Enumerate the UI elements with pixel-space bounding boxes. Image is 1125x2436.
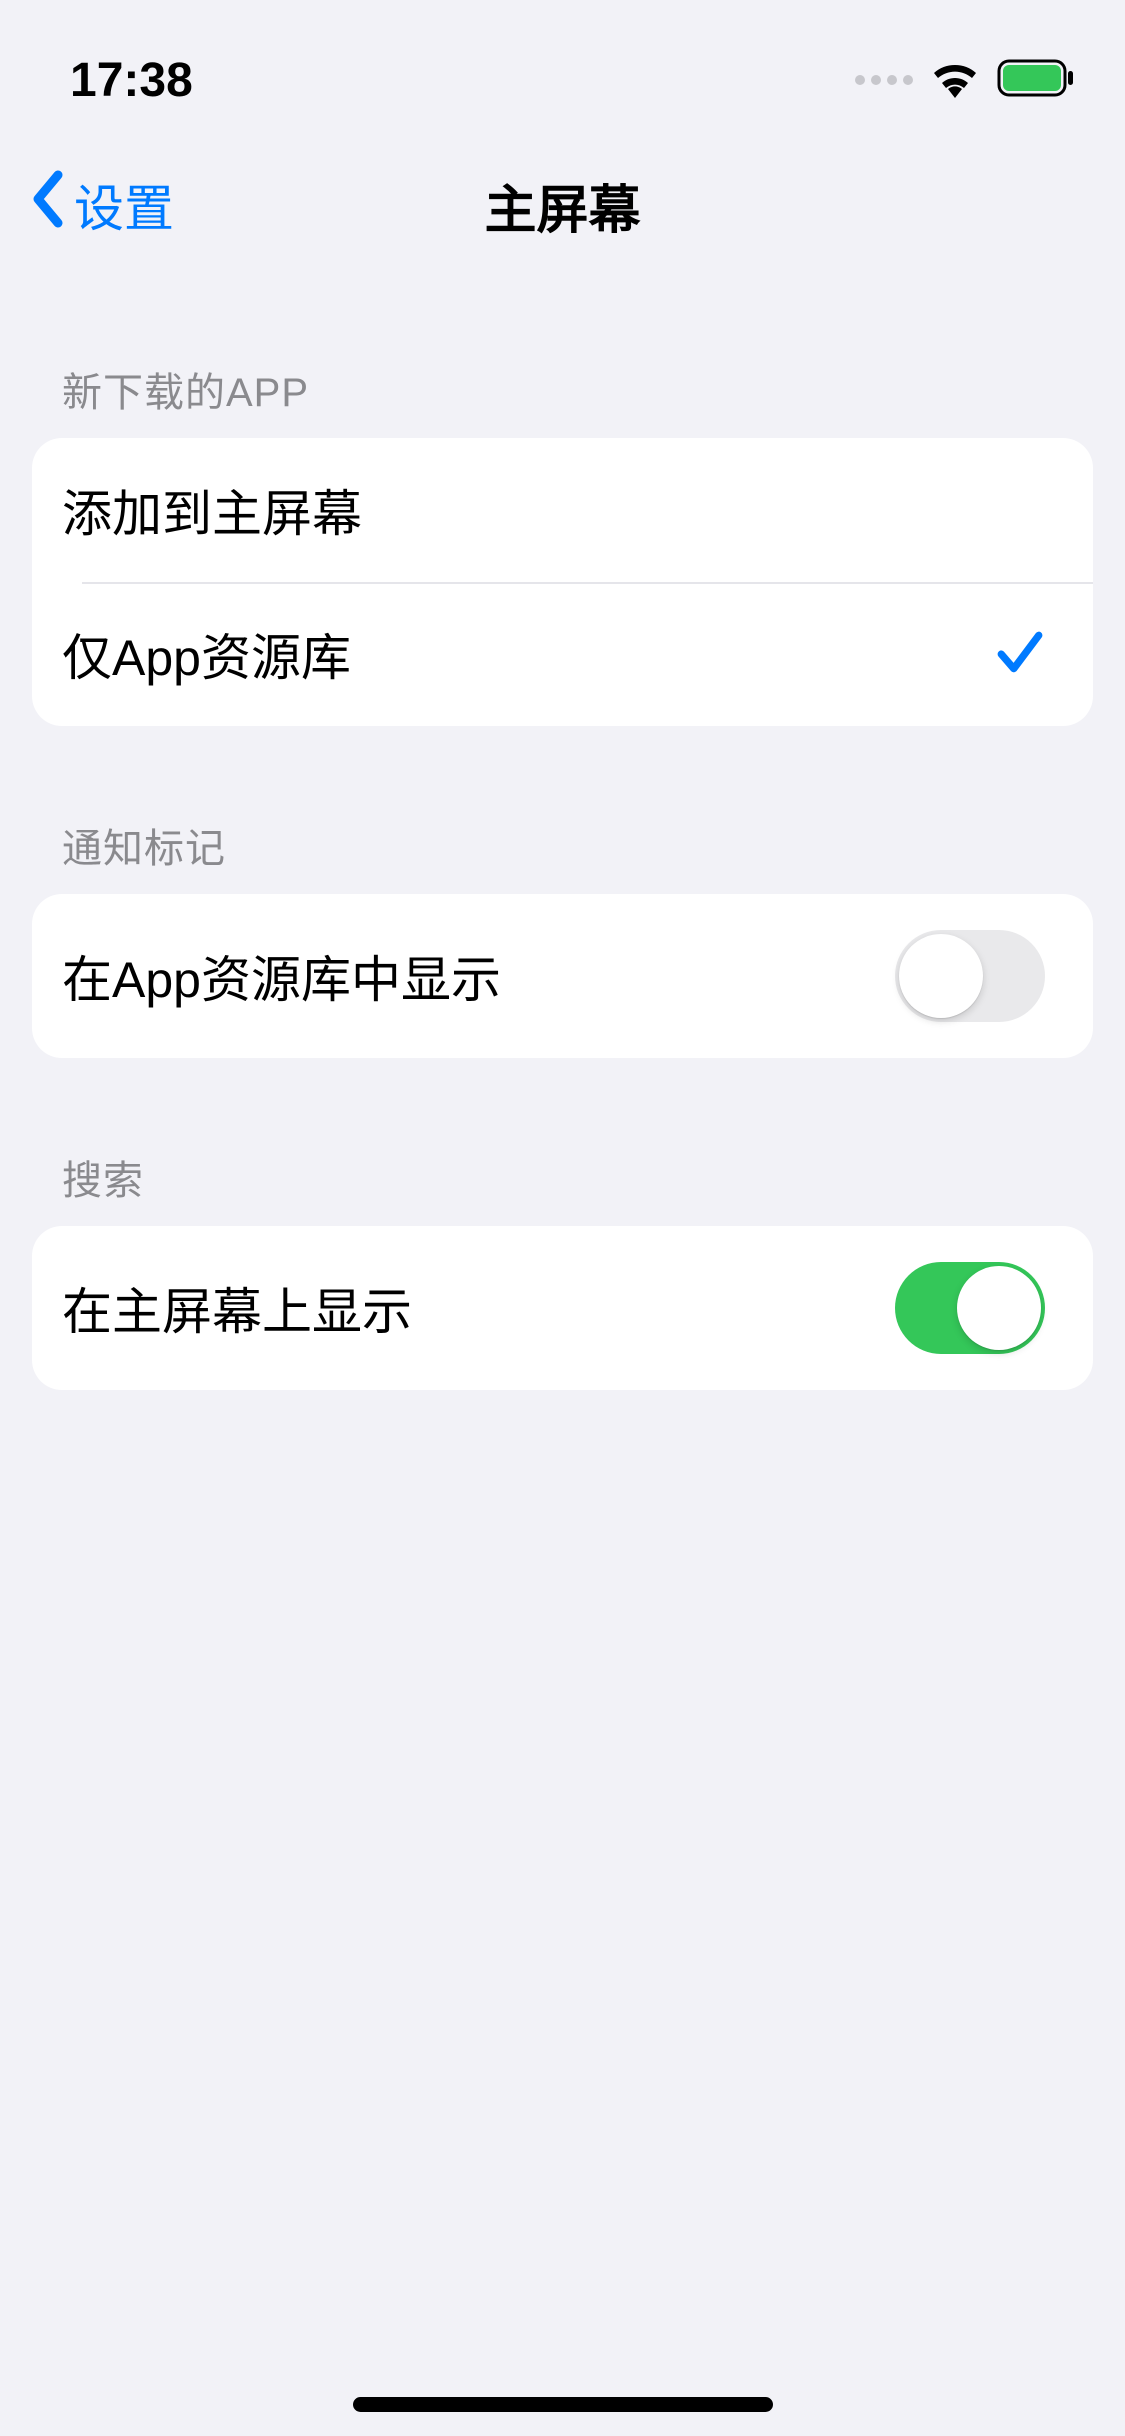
back-button[interactable]: 设置	[30, 169, 174, 241]
checkmark-icon	[995, 628, 1045, 681]
status-indicators	[855, 58, 1075, 103]
status-time: 17:38	[70, 53, 193, 108]
cellular-indicator	[855, 75, 913, 85]
row-label: 仅App资源库	[62, 618, 351, 690]
section-search: 搜索 在主屏幕上显示	[0, 1148, 1125, 1390]
list-group: 在主屏幕上显示	[32, 1226, 1093, 1390]
row-label: 在主屏幕上显示	[62, 1272, 412, 1344]
toggle-switch[interactable]	[895, 1262, 1045, 1354]
section-header: 搜索	[0, 1148, 1125, 1226]
navigation-bar: 设置 主屏幕	[0, 140, 1125, 270]
option-app-library-only[interactable]: 仅App资源库	[32, 582, 1093, 726]
section-new-downloads: 新下载的APP 添加到主屏幕 仅App资源库	[0, 360, 1125, 726]
toggle-knob	[899, 934, 983, 1018]
wifi-icon	[931, 58, 979, 103]
toggle-show-in-app-library: 在App资源库中显示	[32, 894, 1093, 1058]
chevron-left-icon	[30, 169, 66, 241]
list-group: 在App资源库中显示	[32, 894, 1093, 1058]
status-bar: 17:38	[0, 0, 1125, 140]
toggle-knob	[957, 1266, 1041, 1350]
battery-icon	[997, 59, 1075, 102]
section-notification-badges: 通知标记 在App资源库中显示	[0, 816, 1125, 1058]
row-label: 在App资源库中显示	[62, 940, 501, 1012]
back-label: 设置	[74, 169, 174, 241]
section-header: 新下载的APP	[0, 360, 1125, 438]
list-group: 添加到主屏幕 仅App资源库	[32, 438, 1093, 726]
home-indicator[interactable]	[353, 2397, 773, 2412]
section-header: 通知标记	[0, 816, 1125, 894]
toggle-switch[interactable]	[895, 930, 1045, 1022]
option-add-to-home[interactable]: 添加到主屏幕	[32, 438, 1093, 582]
toggle-show-on-home-screen: 在主屏幕上显示	[32, 1226, 1093, 1390]
page-title: 主屏幕	[484, 168, 640, 243]
row-label: 添加到主屏幕	[62, 474, 362, 546]
